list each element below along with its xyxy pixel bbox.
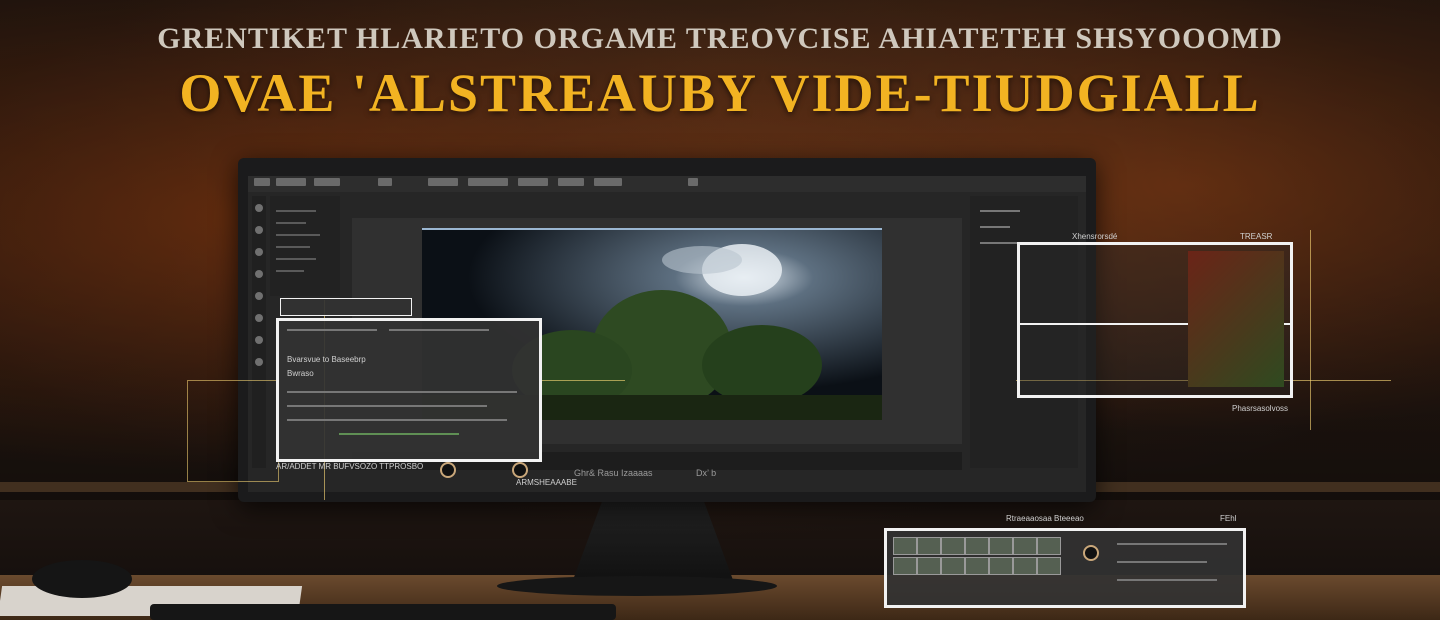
computer-mouse (32, 560, 132, 598)
tool-icon[interactable] (255, 226, 263, 234)
tool-icon[interactable] (255, 358, 263, 366)
clip-thumbnail[interactable] (917, 557, 941, 575)
clip-thumbnail[interactable] (893, 557, 917, 575)
keyboard-dark (150, 604, 616, 620)
clip-thumbnail[interactable] (917, 537, 941, 555)
menu-bar (248, 176, 1086, 192)
clip-thumbnail[interactable] (893, 537, 917, 555)
panel-line (287, 405, 487, 407)
menu-item[interactable] (688, 178, 698, 186)
clip-thumbnail[interactable] (941, 537, 965, 555)
panel-line (1117, 543, 1227, 545)
tool-icon[interactable] (255, 248, 263, 256)
panel-subtitle: FEhl (1220, 514, 1237, 523)
panel-title: Bvarsvue to Baseebrp (287, 355, 366, 364)
menu-item[interactable] (254, 178, 270, 186)
annotation-line (540, 380, 625, 381)
floating-bin-panel (884, 528, 1246, 608)
floating-panel-header (280, 298, 412, 316)
tool-icon[interactable] (255, 270, 263, 278)
menu-item[interactable] (594, 178, 622, 186)
panel-footer: Phasrsasolvoss (1232, 404, 1289, 413)
menu-item[interactable] (378, 178, 392, 186)
clip-thumbnail[interactable] (989, 557, 1013, 575)
floating-preview-panel (1017, 242, 1293, 398)
menu-item[interactable] (428, 178, 458, 186)
panel-title: Rtraeaaosaa Bteeeao (1006, 514, 1084, 523)
monitor-base (497, 576, 777, 596)
menu-item[interactable] (468, 178, 508, 186)
headline-main: OVAE 'ALSTREAUBY VIDE-TIUDGIALL (179, 63, 1261, 123)
media-row[interactable] (276, 210, 316, 212)
panel-line (287, 329, 377, 331)
timecode-text: Dx’ b (696, 468, 717, 478)
viewer-toolbar (352, 204, 962, 218)
mini-label: ARMSHEAAABE (516, 478, 577, 487)
preview-thumbnail[interactable] (1188, 251, 1284, 387)
media-panel (270, 196, 340, 296)
media-row[interactable] (276, 222, 306, 224)
knob-icon[interactable] (1083, 545, 1099, 561)
clip-thumbnail[interactable] (1037, 537, 1061, 555)
panel-line (287, 419, 507, 421)
menu-item[interactable] (314, 178, 340, 186)
tool-icon[interactable] (255, 292, 263, 300)
panel-line (339, 433, 459, 435)
knob-icon[interactable] (512, 462, 528, 478)
media-row[interactable] (276, 270, 304, 272)
panel-line (980, 226, 1010, 228)
floating-timeline-panel: Bvarsvue to Baseebrp Bwraso (276, 318, 542, 462)
status-text: Ghr& Rasu Izaaaas (574, 468, 653, 478)
headline-top: GRENTIKET HLARIETO ORGAME TREOVCISE AHIA… (157, 22, 1283, 55)
menu-item[interactable] (518, 178, 548, 186)
clip-thumbnail[interactable] (941, 557, 965, 575)
media-row[interactable] (276, 258, 316, 260)
clip-thumbnail[interactable] (989, 537, 1013, 555)
clip-thumbnail[interactable] (1013, 537, 1037, 555)
panel-line (287, 391, 517, 393)
panel-subtitle: Bwraso (287, 369, 314, 378)
panel-line (389, 329, 489, 331)
panel-title: TREASR (1240, 232, 1273, 241)
tool-icon[interactable] (255, 336, 263, 344)
media-row[interactable] (276, 234, 320, 236)
panel-title: Xhensrorsdé (1072, 232, 1118, 241)
menu-item[interactable] (276, 178, 306, 186)
panel-line (980, 210, 1020, 212)
clip-thumbnail[interactable] (1013, 557, 1037, 575)
knob-icon[interactable] (440, 462, 456, 478)
panel-line (1117, 579, 1217, 581)
tool-icon[interactable] (255, 204, 263, 212)
clip-thumbnail[interactable] (965, 557, 989, 575)
annotation-frame (187, 380, 279, 482)
clip-thumbnail[interactable] (1037, 557, 1061, 575)
panel-line (1117, 561, 1207, 563)
annotation-line (1310, 230, 1311, 430)
monitor-stand (573, 502, 733, 580)
menu-item[interactable] (558, 178, 584, 186)
bottom-label: AR/ADDET MR BUFVSOZO TTPROSBO (276, 462, 424, 471)
tool-icon[interactable] (255, 314, 263, 322)
clip-thumbnail[interactable] (965, 537, 989, 555)
media-row[interactable] (276, 246, 310, 248)
